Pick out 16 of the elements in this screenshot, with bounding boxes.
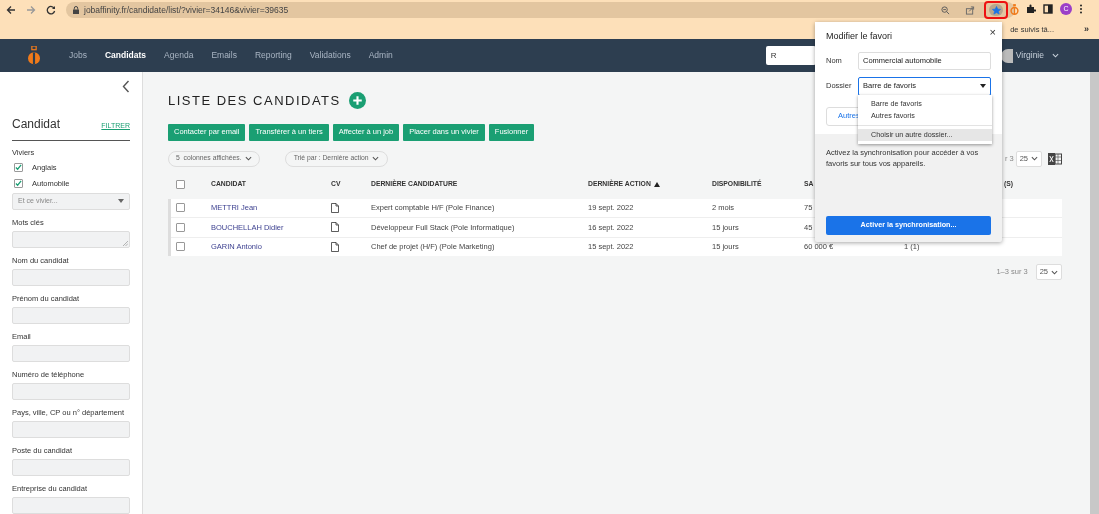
nav-link[interactable]: Emails [211, 49, 237, 62]
bookmark-overflow[interactable]: » [1084, 22, 1089, 37]
nav-link[interactable]: Validations [309, 49, 351, 62]
page-title: LISTE DES CANDIDATS [168, 92, 341, 110]
search-field[interactable]: R [765, 46, 816, 65]
popup-title: Modifier le favori [826, 30, 894, 43]
sidebar-title: Candidat [12, 116, 61, 133]
address-bar[interactable]: jobaffinity.fr/candidate/list/?vivier=34146&vivier=39635 [66, 2, 1015, 18]
nav-link[interactable]: Reporting [254, 49, 292, 62]
url-text: jobaffinity.fr/candidate/list/?vivier=34146&vivier=39635 [84, 3, 289, 17]
nav-link[interactable]: Candidats [104, 49, 147, 62]
nav-link[interactable]: Agenda [164, 49, 194, 62]
nav-link[interactable]: Jobs [69, 49, 87, 62]
nav-link[interactable]: Admin [368, 49, 393, 62]
close-icon[interactable]: × [989, 24, 996, 41]
user-name[interactable]: Virginie [1015, 49, 1044, 62]
